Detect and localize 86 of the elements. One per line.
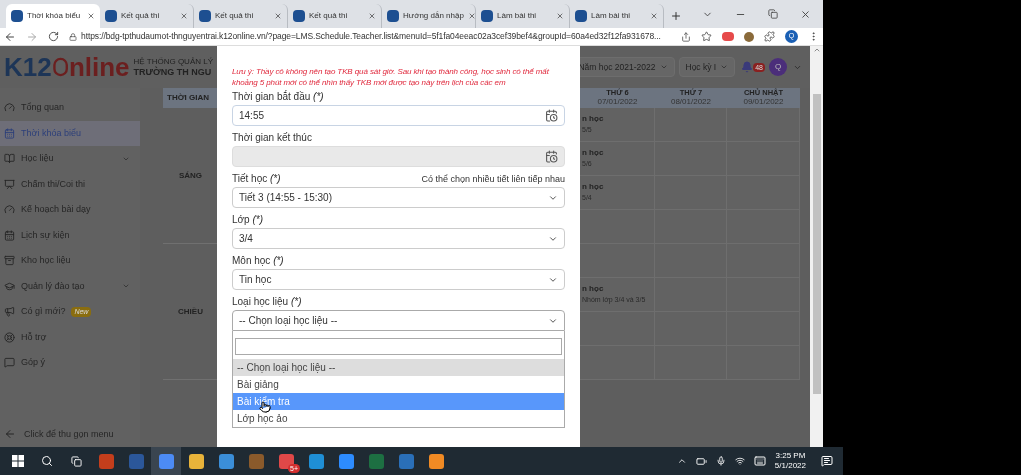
gauge-icon — [4, 204, 15, 216]
site-favicon-icon — [575, 10, 587, 22]
lifebuoy-icon — [4, 331, 15, 343]
site-favicon-icon — [481, 10, 493, 22]
logo-text: K12 — [4, 54, 52, 80]
school-name: TRƯỜNG TH NGU — [133, 66, 213, 78]
logo-text: nline — [68, 54, 130, 80]
chevron-icon — [659, 63, 668, 71]
scroll-up-icon[interactable] — [812, 46, 821, 54]
battery-icon[interactable] — [695, 455, 707, 467]
book-icon — [4, 153, 15, 165]
reload-icon[interactable] — [48, 31, 59, 42]
restore-icon[interactable] — [768, 9, 778, 19]
bookmark-star-icon[interactable] — [701, 31, 712, 42]
app-icon[interactable] — [308, 453, 324, 469]
graduate-icon — [4, 280, 15, 292]
browser-tab[interactable]: Thời khóa biểu — [6, 4, 100, 28]
site-favicon-icon — [105, 10, 117, 22]
keyboard-icon[interactable] — [753, 455, 766, 467]
extensions-icon[interactable] — [764, 31, 775, 42]
megaphone-icon — [4, 306, 15, 318]
dropdown-option[interactable]: Lớp học ảo — [233, 410, 564, 427]
column-header: THỜI GIAN — [166, 92, 210, 104]
field-label: Lớp (*) — [232, 213, 264, 227]
close-icon[interactable] — [800, 8, 811, 20]
app-icon[interactable] — [218, 453, 234, 469]
lock-icon — [69, 32, 77, 41]
calendar-icon[interactable] — [545, 109, 558, 122]
notification-icon[interactable] — [821, 455, 833, 467]
network-icon[interactable] — [734, 456, 745, 466]
select-field[interactable]: -- Chọn loại học liệu -- — [232, 310, 565, 331]
field-label: Môn học (*) — [232, 254, 284, 268]
site-favicon-icon — [199, 10, 211, 22]
archive-icon — [4, 255, 15, 267]
date-field[interactable]: 14:55 — [232, 105, 565, 126]
task-view-icon[interactable] — [71, 455, 82, 467]
tab-close-icon[interactable] — [87, 12, 95, 20]
windows-start-icon[interactable] — [12, 455, 24, 467]
warning-notice: Lưu ý: Thầy cô không nên tạo TKB quá sát giờ. Sau khi tạo thành công, học sinh có thể mất khoảng 5 phút mới có thể nhìn thấy TKB mới được tạo này trên lịch của các em — [232, 66, 550, 88]
field-label: Loại học liệu (*) — [232, 295, 302, 309]
calendar-icon — [4, 229, 15, 241]
user-avatar[interactable]: Q — [769, 58, 787, 76]
mouse-logo-icon — [52, 57, 68, 77]
search-icon[interactable] — [41, 455, 53, 467]
tab-close-icon[interactable] — [180, 12, 188, 20]
select-field[interactable]: Tiết 3 (14:55 - 15:30) — [232, 187, 565, 208]
field-label: Thời gian kết thúc — [232, 131, 312, 145]
tab-close-icon[interactable] — [467, 12, 476, 20]
gauge-icon — [4, 102, 15, 114]
date-header: 07/01/2022 — [597, 97, 638, 106]
site-favicon-icon — [11, 10, 23, 22]
arrow-left-icon — [4, 428, 16, 441]
tab-close-icon[interactable] — [368, 12, 376, 20]
date-header: 09/01/2022 — [743, 97, 784, 106]
share-icon[interactable] — [681, 31, 691, 42]
app-icon[interactable] — [188, 453, 204, 469]
field-label: Tiết học (*) — [232, 172, 281, 186]
app-icon[interactable] — [428, 453, 444, 469]
dropdown-search-field[interactable] — [235, 338, 562, 355]
chevron-icon — [720, 63, 729, 71]
tab-close-icon[interactable] — [556, 12, 564, 20]
date-header: 08/01/2022 — [670, 97, 711, 106]
back-icon[interactable] — [4, 30, 16, 43]
tray-chevron-icon[interactable] — [676, 456, 687, 466]
comment-icon — [4, 357, 15, 369]
dropdown-option[interactable]: -- Chọn loại học liệu -- — [233, 359, 564, 376]
site-favicon-icon — [293, 10, 305, 22]
scrollbar-thumb[interactable] — [812, 94, 821, 394]
new-tab-icon[interactable] — [670, 10, 682, 22]
select-field[interactable]: 3/4 — [232, 228, 565, 249]
field-label: Thời gian bắt đầu (*) — [232, 89, 324, 104]
field-value: 14:55 — [239, 109, 265, 123]
app-icon[interactable] — [338, 453, 354, 469]
clock[interactable]: 3:25 PM 5/1/2022 — [774, 451, 806, 471]
tab-close-icon[interactable] — [274, 12, 282, 20]
extension-icon[interactable] — [722, 32, 734, 41]
tab-close-icon[interactable] — [650, 12, 658, 20]
dropdown-option[interactable]: Bài giảng — [233, 376, 564, 393]
address-field[interactable]: https://bdg-tpthudaumot-thnguyentrai.k12online.vn/?page=LMS.Schedule.Teacher.list&menuId=5f1fa04eeac02a3cef39bef4&groupId=60a4ed32f12fa931678... — [69, 30, 671, 43]
field-hint: Có thể chọn nhiều tiết liên tiếp nhau — [421, 172, 565, 186]
microphone-icon[interactable] — [715, 456, 726, 466]
extension-icon[interactable] — [744, 31, 754, 42]
site-favicon-icon — [387, 10, 399, 22]
calendar-icon — [4, 127, 15, 139]
presentation-icon — [4, 178, 15, 190]
select-field[interactable]: Tin học — [232, 269, 565, 290]
